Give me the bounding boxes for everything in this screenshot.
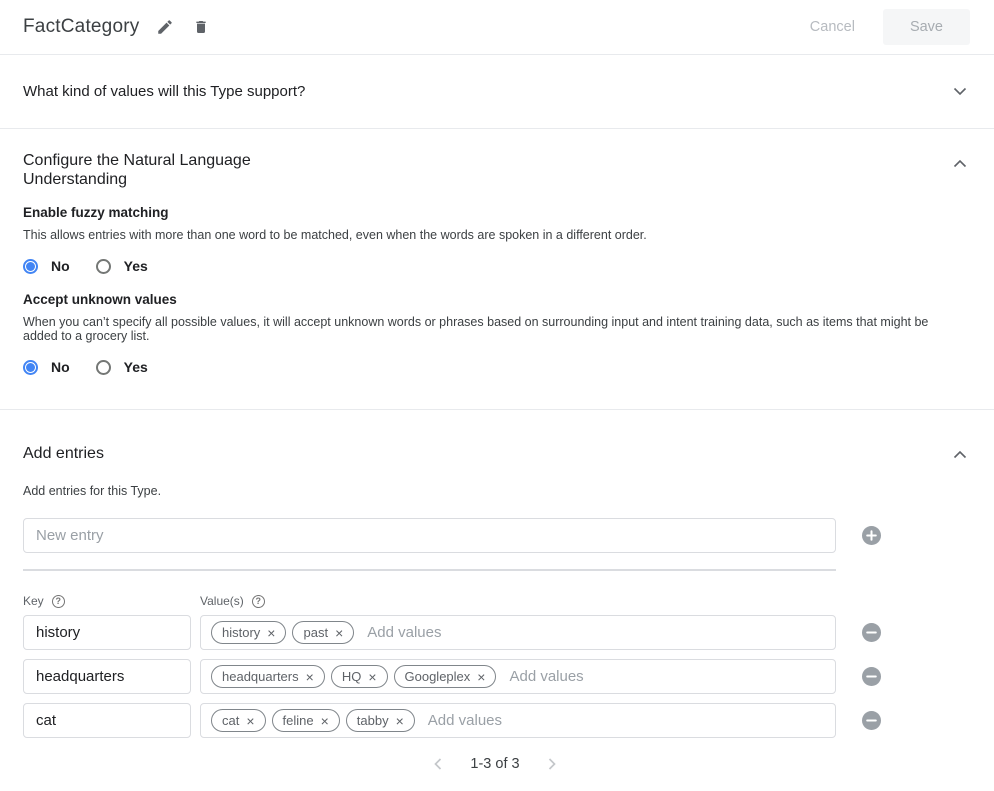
pagination-range-label: 1-3 of 3 xyxy=(470,756,519,772)
delete-type-button[interactable] xyxy=(191,16,211,38)
value-chip: cat × xyxy=(211,709,266,732)
chip-remove-icon[interactable]: × xyxy=(396,714,404,728)
fuzzy-radio-yes[interactable]: Yes xyxy=(96,258,148,274)
entry-key-input[interactable] xyxy=(23,703,191,738)
chevron-up-icon[interactable] xyxy=(953,159,967,168)
entries-section-header: Add entries xyxy=(23,445,967,463)
chevron-up-icon[interactable] xyxy=(953,450,967,459)
radio-selected-icon xyxy=(23,360,38,375)
new-entry-input[interactable] xyxy=(23,518,836,553)
entry-row: headquarters × HQ × Googleplex × Add values xyxy=(23,659,967,694)
value-chip: headquarters × xyxy=(211,665,325,688)
value-chip: past × xyxy=(292,621,354,644)
fuzzy-matching-heading: Enable fuzzy matching xyxy=(23,205,967,220)
chip-remove-icon[interactable]: × xyxy=(306,670,314,684)
key-help-icon[interactable]: ? xyxy=(52,595,65,608)
radio-unselected-icon xyxy=(96,360,111,375)
add-entry-button[interactable] xyxy=(862,526,881,545)
chip-remove-icon[interactable]: × xyxy=(335,626,343,640)
entries-description: Add entries for this Type. xyxy=(23,484,967,498)
entry-key-input[interactable] xyxy=(23,615,191,650)
value-chip-label: feline xyxy=(283,713,314,728)
minus-icon xyxy=(866,715,877,726)
fuzzy-matching-description: This allows entries with more than one w… xyxy=(23,228,953,242)
add-values-placeholder: Add values xyxy=(367,624,441,641)
minus-icon xyxy=(866,627,877,638)
value-chip: tabby × xyxy=(346,709,415,732)
pencil-icon xyxy=(156,18,174,36)
pagination-prev-button[interactable] xyxy=(430,754,446,774)
value-chip-label: headquarters xyxy=(222,669,299,684)
value-chip: Googleplex × xyxy=(394,665,497,688)
value-chip: HQ × xyxy=(331,665,388,688)
radio-label: No xyxy=(51,359,70,375)
entries-section-title: Add entries xyxy=(23,445,104,463)
radio-label: Yes xyxy=(124,359,148,375)
section-nlu: Configure the Natural Language Understan… xyxy=(0,129,994,410)
entries-divider xyxy=(23,569,836,571)
unknown-radio-no[interactable]: No xyxy=(23,359,70,375)
value-chip-label: tabby xyxy=(357,713,389,728)
radio-label: Yes xyxy=(124,258,148,274)
radio-label: No xyxy=(51,258,70,274)
add-values-placeholder: Add values xyxy=(428,712,502,729)
page-title: FactCategory xyxy=(23,16,139,38)
minus-icon xyxy=(866,671,877,682)
edit-title-button[interactable] xyxy=(154,16,176,38)
value-chip-label: history xyxy=(222,625,260,640)
values-support-title: What kind of values will this Type suppo… xyxy=(23,83,305,100)
values-help-icon[interactable]: ? xyxy=(252,595,265,608)
section-entries: Add entries Add entries for this Type. K… xyxy=(0,410,994,774)
value-chip-label: HQ xyxy=(342,669,362,684)
plus-icon xyxy=(866,530,877,541)
key-column-header: Key xyxy=(23,594,44,608)
chip-remove-icon[interactable]: × xyxy=(368,670,376,684)
trash-icon xyxy=(193,18,209,36)
value-chip: history × xyxy=(211,621,286,644)
entry-key-input[interactable] xyxy=(23,659,191,694)
fuzzy-radio-no[interactable]: No xyxy=(23,258,70,274)
add-values-placeholder: Add values xyxy=(509,668,583,685)
pagination: 1-3 of 3 xyxy=(23,754,967,774)
value-chip: feline × xyxy=(272,709,340,732)
radio-unselected-icon xyxy=(96,259,111,274)
entry-row: cat × feline × tabby × Add values xyxy=(23,703,967,738)
chevron-down-icon[interactable] xyxy=(953,87,967,96)
value-chip-label: Googleplex xyxy=(405,669,471,684)
chevron-left-icon xyxy=(434,758,442,770)
chip-remove-icon[interactable]: × xyxy=(477,670,485,684)
unknown-radio-yes[interactable]: Yes xyxy=(96,359,148,375)
entry-row: history × past × Add values xyxy=(23,615,967,650)
header-bar: FactCategory Cancel Save xyxy=(0,0,994,55)
chip-remove-icon[interactable]: × xyxy=(321,714,329,728)
chevron-right-icon xyxy=(548,758,556,770)
entry-values-box[interactable]: history × past × Add values xyxy=(200,615,836,650)
radio-selected-icon xyxy=(23,259,38,274)
value-chip-label: cat xyxy=(222,713,239,728)
section-toggle-values-support[interactable]: What kind of values will this Type suppo… xyxy=(0,55,994,129)
nlu-section-title: Configure the Natural Language Understan… xyxy=(23,151,278,189)
entry-rows-list: history×past×Add valuesheadquarters×HQ×G… xyxy=(23,615,967,738)
chip-remove-icon[interactable]: × xyxy=(246,714,254,728)
unknown-values-radio-group: No Yes xyxy=(23,357,967,377)
remove-entry-button[interactable] xyxy=(862,623,881,642)
nlu-section-header: Configure the Natural Language Understan… xyxy=(23,151,967,189)
entry-values-box[interactable]: cat × feline × tabby × Add values xyxy=(200,703,836,738)
unknown-values-heading: Accept unknown values xyxy=(23,292,967,307)
remove-entry-button[interactable] xyxy=(862,711,881,730)
save-button[interactable]: Save xyxy=(883,9,970,45)
cancel-button[interactable]: Cancel xyxy=(796,11,869,43)
chip-remove-icon[interactable]: × xyxy=(267,626,275,640)
pagination-next-button[interactable] xyxy=(544,754,560,774)
values-column-header: Value(s) xyxy=(200,594,244,608)
type-editor-page: FactCategory Cancel Save What kind of va… xyxy=(0,0,994,791)
unknown-values-description: When you can’t specify all possible valu… xyxy=(23,315,953,343)
remove-entry-button[interactable] xyxy=(862,667,881,686)
entries-column-headers: Key ? Value(s) ? xyxy=(23,594,967,608)
fuzzy-matching-radio-group: No Yes xyxy=(23,256,967,276)
new-entry-row xyxy=(23,518,967,553)
value-chip-label: past xyxy=(303,625,328,640)
entry-values-box[interactable]: headquarters × HQ × Googleplex × Add values xyxy=(200,659,836,694)
